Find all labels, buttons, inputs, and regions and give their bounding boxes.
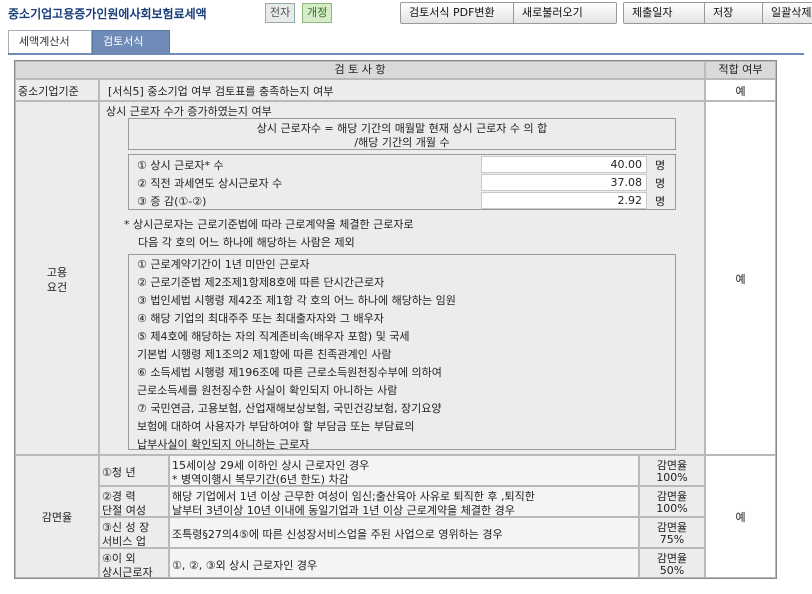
reduction-name-cell: ③신 성 장 서비스 업 xyxy=(99,517,169,548)
employment-title: 상시 근로자 수가 증가하였는지 여부 xyxy=(106,105,272,118)
reduction-name-2: 서비스 업 xyxy=(102,535,146,548)
tab-review-form[interactable]: 검토서식 xyxy=(92,30,170,53)
exclusion-item: 기본법 시행령 제1조의2 제1항에 따른 친족관계인 사람 xyxy=(137,348,392,361)
reduction-name-cell: ④이 외 상시근로자 xyxy=(99,548,169,578)
row-sme-text-cell: [서식5] 중소기업 여부 검토표를 충족하는지 여부 xyxy=(99,79,705,101)
reduction-rate-cell: 감면율 50% xyxy=(639,548,705,578)
employee-count-input-1[interactable]: 40.00 xyxy=(481,156,647,173)
reduction-name-2: 단절 여성 xyxy=(102,504,146,517)
app-title: 중소기업고용증가인원에사회보험료세액 xyxy=(8,7,207,21)
reduction-desc-cell: 해당 기업에서 1년 이상 근무한 여성이 임신;출산육아 사유로 퇴직한 후 … xyxy=(169,486,639,517)
reduction-name-cell: ②경 력 단절 여성 xyxy=(99,486,169,517)
reduction-name: ①청 년 xyxy=(102,466,136,479)
reduction-rate-cell: 감면율 100% xyxy=(639,486,705,517)
electronic-badge[interactable]: 전자 xyxy=(265,3,296,23)
row-employment-fit-cell[interactable]: 예 xyxy=(705,101,776,455)
row-employment-content: 상시 근로자 수가 증가하였는지 여부 상시 근로자수 = 해당 기간의 매월말… xyxy=(99,101,705,455)
reduction-rate-value: 100% xyxy=(656,502,688,515)
review-table: 검 토 사 항 적합 여부 중소기업기준 [서식5] 중소기업 여부 검토표를 … xyxy=(14,60,777,579)
tab-underline xyxy=(8,53,804,55)
employee-count-label-3: ③ 증 감(①-②) xyxy=(137,195,207,208)
reduction-desc-cell: 조특령§27의4⑤에 따른 신성장서비스업을 주된 사업으로 영위하는 경우 xyxy=(169,517,639,548)
row-sme-label: 중소기업기준 xyxy=(18,85,79,98)
row-sme-fit-cell[interactable]: 예 xyxy=(705,79,776,101)
note-line-2: 다음 각 호의 어느 하나에 해당하는 사람은 제외 xyxy=(138,236,355,249)
exclusion-item: ④ 해당 기업의 최대주주 또는 최대출자자와 그 배우자 xyxy=(137,312,384,325)
reduction-desc-1: 조특령§27의4⑤에 따른 신성장서비스업을 주된 사업으로 영위하는 경우 xyxy=(172,528,503,541)
reduction-name-cell: ①청 년 xyxy=(99,455,169,486)
reduction-desc-2: 날부터 3년이상 10년 이내에 동일기업과 1년 이상 근로계약을 체결한 경… xyxy=(172,504,515,517)
row-employment-label-1: 고용 xyxy=(46,266,68,279)
revised-badge[interactable]: 개정 xyxy=(302,3,333,23)
header-fit: 적합 여부 xyxy=(705,61,776,79)
reload-button[interactable]: 새로불러오기 xyxy=(513,2,617,24)
reduction-rate-value: 50% xyxy=(659,564,685,577)
exclusion-box: ① 근로계약기간이 1년 미만인 근로자 ② 근로기준법 제2조제1항제8호에 … xyxy=(128,254,676,451)
reduction-desc-cell: 15세이상 29세 이하인 상시 근로자인 경우 * 병역이행시 복무기간(6년… xyxy=(169,455,639,486)
reduction-name-2: 상시근로자 xyxy=(102,566,153,578)
exclusion-item: 보험에 대하여 사용자가 부담하여야 할 부담금 또는 부담료의 xyxy=(137,420,415,433)
employee-count-unit-1: 명 xyxy=(655,159,666,172)
top-bar: 중소기업고용증가인원에사회보험료세액 전자 개정 검토서식 PDF변환 새로불러… xyxy=(0,0,812,26)
exclusion-item: ③ 법인세법 시행령 제42조 제1항 각 호의 어느 하나에 해당하는 임원 xyxy=(137,294,456,307)
row-sme-text: [서식5] 중소기업 여부 검토표를 충족하는지 여부 xyxy=(108,85,334,98)
tab-tax-calculation[interactable]: 세액계산서 xyxy=(8,30,92,53)
exclusion-item: ① 근로계약기간이 1년 미만인 근로자 xyxy=(137,258,310,271)
exclusion-item: 근로소득세를 원천징수한 사실이 확인되지 아니하는 사람 xyxy=(137,384,398,397)
employee-count-label-2: ② 직전 과세연도 상시근로자 수 xyxy=(137,177,283,190)
row-sme-fit: 예 xyxy=(735,85,746,98)
exclusion-item: ⑦ 국민연금, 고용보험, 산업재해보상보험, 국민건강보험, 장기요양 xyxy=(137,402,442,415)
row-employment-label-cell: 고용 요건 xyxy=(15,101,99,455)
formula-line-2: /해당 기간의 개월 수 xyxy=(354,136,450,149)
row-reduction-fit: 예 xyxy=(735,511,746,524)
header-review: 검 토 사 항 xyxy=(15,61,705,79)
row-employment-label-2: 요건 xyxy=(46,281,68,294)
row-sme-label-cell: 중소기업기준 xyxy=(15,79,99,101)
employee-count-input-3[interactable]: 2.92 xyxy=(481,192,647,209)
exclusion-item: ⑥ 소득세법 시행령 제196조에 따른 근로소득원천징수부에 의하여 xyxy=(137,366,442,379)
pdf-convert-button[interactable]: 검토서식 PDF변환 xyxy=(400,2,526,24)
reduction-rate-value: 100% xyxy=(656,471,688,484)
exclusion-item: 납부사실이 확인되지 아니하는 근로자 xyxy=(137,438,310,451)
row-reduction-fit-cell[interactable]: 예 xyxy=(705,455,776,578)
row-employment-fit: 예 xyxy=(735,273,746,286)
reduction-rate-cell: 감면율 75% xyxy=(639,517,705,548)
employee-count-unit-3: 명 xyxy=(655,195,666,208)
reduction-rate-value: 75% xyxy=(659,533,685,546)
reduction-rate-cell: 감면율 100% xyxy=(639,455,705,486)
exclusion-item: ② 근로기준법 제2조제1항제8호에 따른 단시간근로자 xyxy=(137,276,385,289)
batch-delete-button[interactable]: 일괄삭제 xyxy=(762,2,812,24)
employee-count-input-2[interactable]: 37.08 xyxy=(481,174,647,191)
submit-date-button[interactable]: 제출일자 xyxy=(623,2,715,24)
reduction-desc-cell: ①, ②, ③외 상시 근로자인 경우 xyxy=(169,548,639,578)
row-reduction-label: 감면율 xyxy=(41,511,73,524)
reduction-desc-2: * 병역이행시 복무기간(6년 한도) 차감 xyxy=(172,473,349,486)
row-reduction-label-cell: 감면율 xyxy=(15,455,99,578)
formula-box: 상시 근로자수 = 해당 기간의 매월말 현재 상시 근로자 수 의 합 /해당… xyxy=(128,118,676,150)
reduction-desc-1: ①, ②, ③외 상시 근로자인 경우 xyxy=(172,559,318,572)
note-line-1: * 상시근로자는 근로기준법에 따라 근로계약을 체결한 근로자로 xyxy=(124,218,414,231)
exclusion-item: ⑤ 제4호에 해당하는 자의 직계존비속(배우자 포함) 및 국세 xyxy=(137,330,410,343)
employee-count-unit-2: 명 xyxy=(655,177,666,190)
employee-count-box: ① 상시 근로자* 수 40.00 명 ② 직전 과세연도 상시근로자 수 37… xyxy=(128,154,676,210)
employee-count-label-1: ① 상시 근로자* 수 xyxy=(137,159,224,172)
